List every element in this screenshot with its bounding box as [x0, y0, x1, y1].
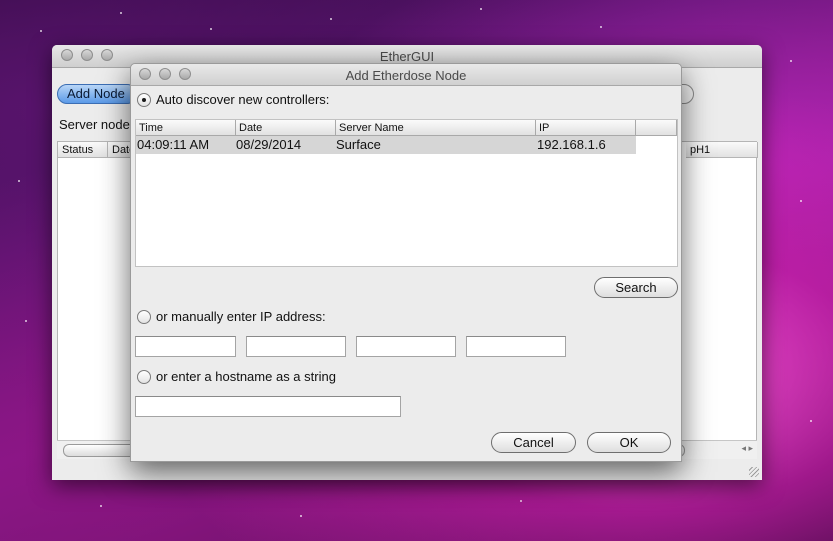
cell-date: 08/29/2014 [236, 137, 302, 152]
column-header-date[interactable]: Date [236, 120, 336, 136]
star [800, 200, 802, 202]
ok-button[interactable]: OK [587, 432, 671, 453]
table-row[interactable]: 04:09:11 AM 08/29/2014 Surface 192.168.1… [136, 136, 636, 154]
star [120, 12, 122, 14]
cell-time: 04:09:11 AM [137, 137, 210, 152]
star [300, 515, 302, 517]
ip-octet-1-input[interactable] [135, 336, 236, 357]
auto-discover-label: Auto discover new controllers: [156, 92, 330, 107]
star [520, 500, 522, 502]
star [330, 18, 332, 20]
star [25, 320, 27, 322]
star [100, 505, 102, 507]
dialog-titlebar[interactable]: Add Etherdose Node [131, 64, 681, 86]
star [40, 30, 42, 32]
auto-discover-radio[interactable] [137, 92, 151, 107]
star [18, 180, 20, 182]
column-header-ph1[interactable]: pH1 [686, 142, 758, 158]
star [480, 8, 482, 10]
star [210, 28, 212, 30]
discovered-controllers-list[interactable]: Time Date Server Name IP 04:09:11 AM 08/… [135, 119, 678, 267]
dialog-title: Add Etherdose Node [345, 68, 467, 83]
star [790, 60, 792, 62]
cell-server-name: Surface [336, 137, 381, 152]
auto-discover-option[interactable]: Auto discover new controllers: [137, 92, 329, 107]
cancel-button[interactable]: Cancel [491, 432, 576, 453]
add-node-button[interactable]: Add Node [57, 84, 137, 104]
hostname-label: or enter a hostname as a string [156, 369, 336, 384]
hostname-radio[interactable] [137, 369, 151, 384]
hostname-input[interactable] [135, 396, 401, 417]
resize-grip-icon[interactable] [749, 467, 759, 477]
manual-ip-label: or manually enter IP address: [156, 309, 326, 324]
cell-ip: 192.168.1.6 [537, 137, 606, 152]
manual-ip-radio[interactable] [137, 309, 151, 324]
search-button[interactable]: Search [594, 277, 678, 298]
ip-octet-4-input[interactable] [466, 336, 566, 357]
star [810, 420, 812, 422]
ip-octet-3-input[interactable] [356, 336, 456, 357]
column-header-time[interactable]: Time [136, 120, 236, 136]
column-header-ip[interactable]: IP [536, 120, 636, 136]
column-header-spacer [636, 120, 677, 136]
window-title: EtherGUI [379, 49, 435, 64]
column-header-server-name[interactable]: Server Name [336, 120, 536, 136]
manual-ip-option[interactable]: or manually enter IP address: [137, 309, 326, 324]
scroll-arrows-icon[interactable]: ◂ ▸ [741, 443, 753, 454]
add-node-dialog: Add Etherdose Node Auto discover new con… [130, 63, 682, 462]
server-nodes-label: Server nodes [59, 117, 137, 132]
star [600, 26, 602, 28]
column-header-status[interactable]: Status [58, 142, 108, 158]
hostname-option[interactable]: or enter a hostname as a string [137, 369, 336, 384]
ip-octet-2-input[interactable] [246, 336, 346, 357]
